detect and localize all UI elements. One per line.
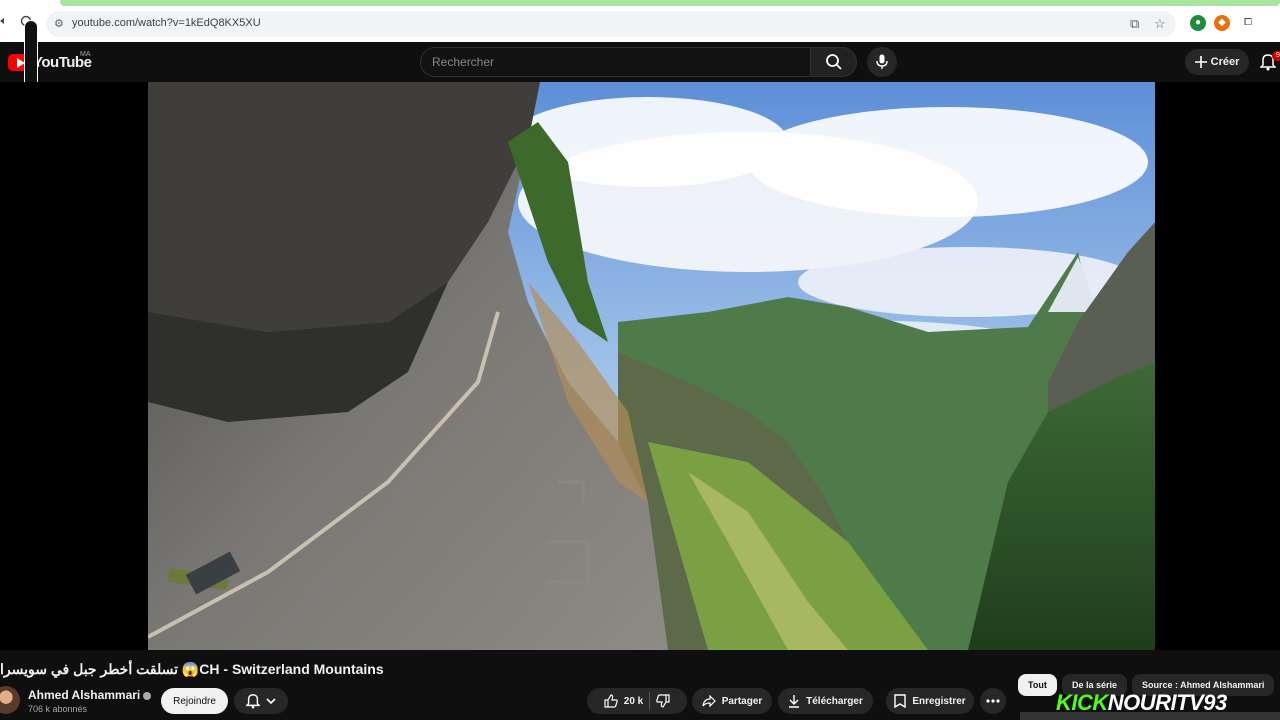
share-icon <box>702 695 716 707</box>
bell-icon <box>246 694 260 709</box>
create-button[interactable]: Créer <box>1185 49 1249 75</box>
search-box[interactable] <box>420 47 811 77</box>
video-player[interactable] <box>0 82 1280 650</box>
search-input[interactable] <box>421 48 810 76</box>
share-label: Partager <box>721 695 763 707</box>
chevron-down-icon <box>266 698 276 704</box>
subscription-notification-button[interactable] <box>234 688 288 714</box>
tab-strip-accent <box>60 0 1280 6</box>
search-icon <box>825 54 842 70</box>
extension-icon[interactable]: ◆ <box>1214 15 1230 31</box>
dislike-icon[interactable] <box>656 694 670 708</box>
channel-name-block[interactable]: Ahmed Alshammari <box>28 688 152 702</box>
extension-icon[interactable]: ● <box>1190 15 1206 31</box>
search-button[interactable] <box>810 47 857 77</box>
share-button[interactable]: Partager <box>692 688 772 714</box>
like-count[interactable]: 20 k <box>624 696 643 707</box>
create-label: Créer <box>1210 56 1240 68</box>
more-actions-button[interactable] <box>980 688 1006 714</box>
more-dots-icon <box>986 699 1000 703</box>
join-button[interactable]: Rejoindre <box>161 688 228 714</box>
youtube-logo[interactable]: YouTube <box>8 52 92 72</box>
verified-icon <box>143 691 152 700</box>
microphone-icon <box>876 54 888 69</box>
like-icon[interactable] <box>604 694 618 708</box>
download-icon <box>789 695 800 708</box>
plus-icon <box>1194 56 1207 68</box>
install-app-icon[interactable]: ⧉ <box>1130 16 1139 32</box>
download-label: Télécharger <box>806 695 863 707</box>
notification-count-badge: 9 <box>1272 51 1280 61</box>
subscriber-count: 706 k abonnés <box>28 704 88 714</box>
site-info-icon[interactable]: ⚙ <box>54 17 68 31</box>
region-code: MA <box>80 51 91 58</box>
video-title: تسلقت أخطر جبل في سويسرا 😱CH - Switzerla… <box>0 661 384 677</box>
address-bar[interactable]: ⚙ youtube.com/watch?v=1kEdQ8KX5XU ⧉ ☆ <box>46 11 1176 37</box>
extensions-puzzle-icon[interactable]: ⧠ <box>1240 15 1256 31</box>
save-playlist-icon <box>894 694 907 708</box>
browser-toolbar: ⚙ youtube.com/watch?v=1kEdQ8KX5XU ⧉ ☆ ● … <box>0 0 1280 42</box>
chip-all[interactable]: Tout <box>1018 674 1057 696</box>
like-dislike-group: 20 k <box>587 688 687 714</box>
like-divider <box>649 692 651 710</box>
stream-ticker <box>1020 712 1280 720</box>
channel-avatar[interactable] <box>0 686 20 714</box>
youtube-header: YouTube MA Créer 9 <box>0 42 1280 82</box>
channel-name[interactable]: Ahmed Alshammari <box>28 688 140 702</box>
voice-search-button[interactable] <box>867 47 897 77</box>
save-label: Enregistrer <box>912 695 966 707</box>
video-frame[interactable] <box>148 82 1155 650</box>
save-button[interactable]: Enregistrer <box>886 688 974 714</box>
url-text[interactable]: youtube.com/watch?v=1kEdQ8KX5XU <box>72 17 261 29</box>
bookmark-star-icon[interactable]: ☆ <box>1154 16 1166 32</box>
download-button[interactable]: Télécharger <box>778 688 873 714</box>
